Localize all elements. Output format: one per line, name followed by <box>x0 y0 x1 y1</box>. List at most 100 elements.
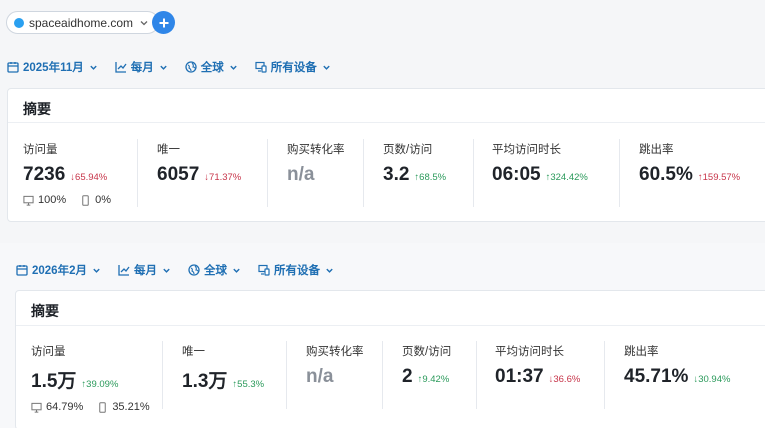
divider <box>604 341 605 409</box>
metric-change: ↑55.3% <box>232 379 264 390</box>
divider <box>137 139 138 207</box>
metric-value: 7236 <box>23 164 66 185</box>
chevron-down-icon <box>233 268 240 273</box>
chevron-down-icon <box>163 268 170 273</box>
globe-icon <box>188 264 200 276</box>
interval-filter[interactable]: 每月 <box>115 59 168 75</box>
metric-pages-per-visit: 页数/访问 2 ↑9.42% <box>402 343 451 388</box>
metric-value: 60.5% <box>639 164 693 185</box>
site-selector[interactable]: spaceaidhome.com <box>6 11 160 34</box>
desktop-share: 64.79% <box>46 401 84 413</box>
filter-bar: 2026年2月 每月 全球 所有设备 <box>16 262 351 278</box>
device-filter[interactable]: 所有设备 <box>255 59 331 75</box>
divider <box>476 341 477 409</box>
metric-change: ↑159.57% <box>698 172 740 183</box>
chevron-down-icon <box>230 65 237 70</box>
divider <box>363 139 364 207</box>
device-filter-label: 所有设备 <box>270 62 317 74</box>
change-value: 9.42% <box>422 374 450 385</box>
region-filter[interactable]: 全球 <box>188 262 241 278</box>
metric-value: 1.5万 <box>31 371 77 392</box>
mobile-share: 35.21% <box>112 401 150 413</box>
device-filter[interactable]: 所有设备 <box>258 262 334 278</box>
metric-label: 跳出率 <box>624 346 659 358</box>
devices-icon <box>255 61 267 73</box>
metric-value: n/a <box>306 366 334 387</box>
divider <box>619 139 620 207</box>
metric-label: 访问量 <box>23 144 58 156</box>
divider <box>286 341 287 409</box>
metric-bounce-rate: 跳出率 45.71% ↓30.94% <box>624 343 730 388</box>
divider <box>8 122 765 123</box>
region-filter-label: 全球 <box>200 62 224 74</box>
metric-change: ↓71.37% <box>204 172 241 183</box>
metric-change: ↓65.94% <box>70 172 107 183</box>
mobile-share: 0% <box>95 194 112 206</box>
mobile-icon <box>82 194 89 206</box>
metric-conversion: 购买转化率 n/a <box>287 141 345 186</box>
metric-change: ↑39.09% <box>81 379 118 390</box>
desktop-icon <box>31 402 42 413</box>
devices-icon <box>258 264 270 276</box>
add-site-button[interactable] <box>152 11 175 34</box>
calendar-icon <box>7 62 19 73</box>
metric-label: 唯一 <box>182 346 205 358</box>
desktop-share: 100% <box>38 194 67 206</box>
divider <box>267 139 268 207</box>
chevron-down-icon <box>160 65 167 70</box>
change-value: 36.6% <box>553 374 581 385</box>
metric-label: 页数/访问 <box>383 144 433 156</box>
device-filter-label: 所有设备 <box>273 265 320 277</box>
card-title: 摘要 <box>31 303 59 319</box>
globe-icon <box>185 61 197 73</box>
metric-pages-per-visit: 页数/访问 3.2 ↑68.5% <box>383 141 446 186</box>
interval-filter-label: 每月 <box>133 265 157 277</box>
metric-avg-duration: 平均访问时长 06:05 ↑324.42% <box>492 141 588 186</box>
device-split: 100% 0% <box>23 194 111 206</box>
change-value: 71.37% <box>209 172 242 183</box>
region-filter-label: 全球 <box>203 265 227 277</box>
date-filter[interactable]: 2025年11月 <box>7 59 98 75</box>
metric-visits: 访问量 7236 ↓65.94% 100% 0% <box>23 141 111 206</box>
interval-filter-label: 每月 <box>130 62 154 74</box>
metric-value: 1.3万 <box>182 371 228 392</box>
chevron-down-icon <box>90 65 97 70</box>
device-split: 64.79% 35.21% <box>31 401 150 413</box>
metric-value: 06:05 <box>492 164 541 185</box>
line-chart-icon <box>115 62 127 73</box>
interval-filter[interactable]: 每月 <box>118 262 171 278</box>
divider <box>382 341 383 409</box>
date-filter-label: 2026年2月 <box>32 265 87 277</box>
desktop-icon <box>23 195 34 206</box>
metric-label: 购买转化率 <box>306 346 364 358</box>
metric-value: 01:37 <box>495 366 544 387</box>
summary-card: 摘要 访问量 1.5万 ↑39.09% 64.79% 35.21% 唯一 1.3… <box>15 290 765 428</box>
divider <box>16 325 765 326</box>
line-chart-icon <box>118 265 130 276</box>
chevron-down-icon <box>326 268 333 273</box>
divider <box>473 139 474 207</box>
metric-change: ↓36.6% <box>549 374 581 385</box>
site-status-dot <box>14 17 24 28</box>
change-value: 324.42% <box>550 172 588 183</box>
plus-icon <box>159 18 168 27</box>
date-filter[interactable]: 2026年2月 <box>16 262 101 278</box>
metric-label: 跳出率 <box>639 144 674 156</box>
chevron-down-icon <box>323 65 330 70</box>
summary-card: 摘要 访问量 7236 ↓65.94% 100% 0% 唯一 6057 ↓71.… <box>7 88 765 222</box>
metric-label: 唯一 <box>157 144 180 156</box>
change-value: 30.94% <box>698 374 731 385</box>
metric-value: 3.2 <box>383 164 410 185</box>
region-filter[interactable]: 全球 <box>185 59 238 75</box>
change-value: 55.3% <box>237 379 265 390</box>
filter-bar: 2025年11月 每月 全球 所有设备 <box>7 59 348 75</box>
metric-label: 平均访问时长 <box>495 346 564 358</box>
divider <box>162 341 163 409</box>
metric-value: 45.71% <box>624 366 689 387</box>
calendar-icon <box>16 265 28 276</box>
metric-label: 访问量 <box>31 346 66 358</box>
metric-unique: 唯一 1.3万 ↑55.3% <box>182 343 264 393</box>
metric-label: 平均访问时长 <box>492 144 561 156</box>
change-value: 65.94% <box>75 172 108 183</box>
metric-change: ↑324.42% <box>546 172 588 183</box>
